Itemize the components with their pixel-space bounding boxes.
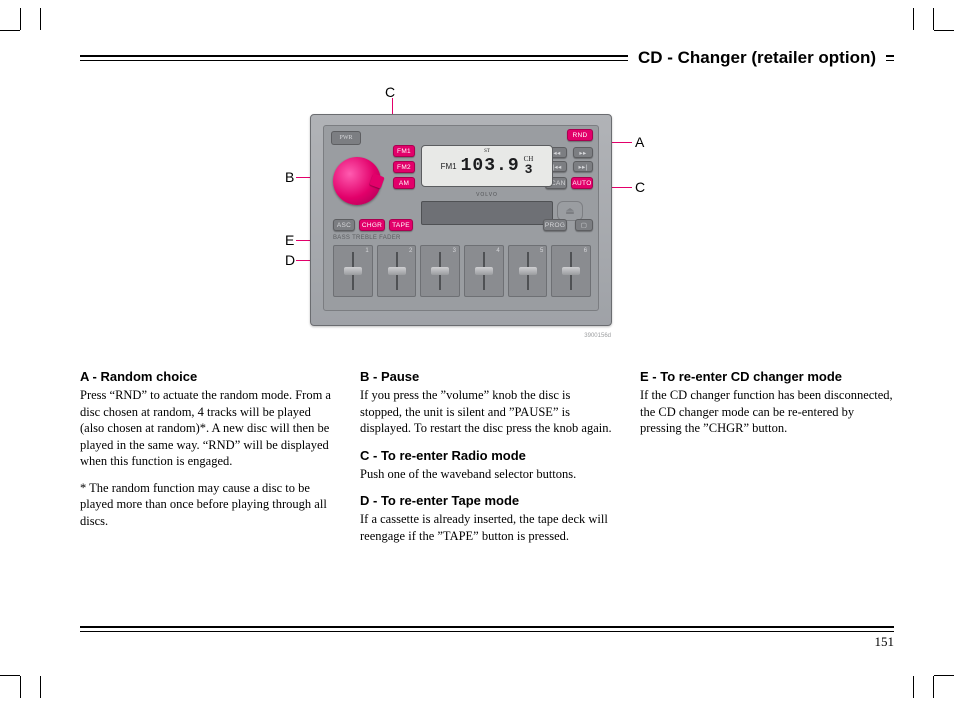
display-band: FM1 <box>441 162 457 171</box>
fm2-button: FM2 <box>393 161 415 173</box>
crop-mark <box>892 676 914 698</box>
callout-c-right: C <box>635 179 645 195</box>
page-header: CD - Changer (retailer option) <box>80 48 894 68</box>
crop-mark <box>20 8 42 30</box>
column-2: B - Pause If you press the ”volume” knob… <box>360 362 614 554</box>
preset-6: 6 <box>551 245 591 297</box>
crop-mark <box>912 8 934 30</box>
display-frequency: 103.9 <box>461 156 520 176</box>
radio-display: ST FM1 103.9 CH 3 <box>421 145 553 187</box>
callout-c-top: C <box>385 84 395 100</box>
section-e-body: If the CD changer function has been disc… <box>640 387 894 437</box>
crop-mark <box>892 8 914 30</box>
callout-e: E <box>285 232 294 248</box>
power-button: PWR <box>331 131 361 145</box>
radio-unit-wrap: PWR FM1 FM2 AM RND ◂◂ ▸▸ |◂◂ ▸▸| SCAN AU… <box>310 114 610 326</box>
section-a-note: * The random function may cause a disc t… <box>80 480 334 530</box>
manual-page: CD - Changer (retailer option) C A C B E… <box>0 0 954 706</box>
column-1: A - Random choice Press “RND” to actuate… <box>80 362 334 554</box>
radio-illustration: C A C B E D PWR FM1 FM2 AM RND <box>80 84 894 354</box>
text-columns: A - Random choice Press “RND” to actuate… <box>80 362 894 554</box>
section-d-title: D - To re-enter Tape mode <box>360 492 614 509</box>
fm1-button: FM1 <box>393 145 415 157</box>
footer-rule <box>80 626 894 632</box>
page-number: 151 <box>875 634 895 650</box>
preset-sliders: 1 2 3 4 5 6 <box>333 245 591 297</box>
crop-mark <box>40 8 62 30</box>
callout-d: D <box>285 252 295 268</box>
fastfwd-button: ▸▸ <box>573 147 593 158</box>
preset-5: 5 <box>508 245 548 297</box>
dolby-button: ▢ <box>575 219 593 231</box>
chgr-button: CHGR <box>359 219 385 231</box>
eject-icon: ⏏ <box>557 201 583 221</box>
callout-b: B <box>285 169 294 185</box>
volume-knob <box>333 157 381 205</box>
next-track-button: ▸▸| <box>573 161 593 172</box>
callout-a: A <box>635 134 644 150</box>
auto-button: AUTO <box>571 177 593 189</box>
asc-button: ASC <box>333 219 355 231</box>
preset-1: 1 <box>333 245 373 297</box>
image-credit: 3900156d <box>584 333 611 339</box>
display-stereo: ST <box>484 149 490 154</box>
radio-unit: PWR FM1 FM2 AM RND ◂◂ ▸▸ |◂◂ ▸▸| SCAN AU… <box>310 114 612 326</box>
header-rule <box>886 55 894 61</box>
section-d-body: If a cassette is already inserted, the t… <box>360 511 614 544</box>
preset-2: 2 <box>377 245 417 297</box>
section-c-title: C - To re-enter Radio mode <box>360 447 614 464</box>
column-3: E - To re-enter CD changer mode If the C… <box>640 362 894 554</box>
section-a-body: Press “RND” to actuate the random mode. … <box>80 387 334 470</box>
section-a-title: A - Random choice <box>80 368 334 385</box>
header-rule <box>80 55 628 61</box>
section-c-body: Push one of the waveband selector button… <box>360 466 614 483</box>
cassette-slot <box>421 201 553 225</box>
preset-4: 4 <box>464 245 504 297</box>
rnd-button: RND <box>567 129 593 141</box>
section-b-title: B - Pause <box>360 368 614 385</box>
section-b-body: If you press the ”volume” knob the disc … <box>360 387 614 437</box>
tape-button: TAPE <box>389 219 413 231</box>
crop-mark <box>40 676 62 698</box>
display-channel: CH 3 <box>524 156 534 176</box>
crop-mark <box>20 676 42 698</box>
page-title: CD - Changer (retailer option) <box>638 48 876 68</box>
section-e-title: E - To re-enter CD changer mode <box>640 368 894 385</box>
am-button: AM <box>393 177 415 189</box>
preset-3: 3 <box>420 245 460 297</box>
crop-mark <box>912 676 934 698</box>
slider-labels: BASS TREBLE FADER <box>333 235 401 241</box>
prog-button: PROG <box>543 219 567 231</box>
